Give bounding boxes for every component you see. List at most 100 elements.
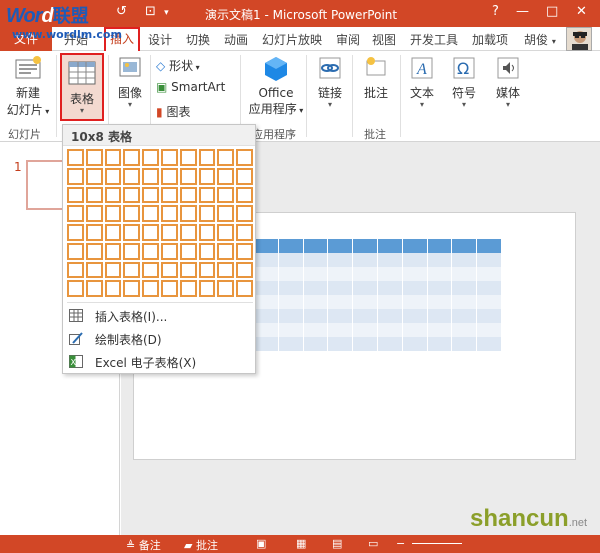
grid-cell[interactable] [179,149,197,166]
grid-cell[interactable] [160,261,178,279]
grid-cell[interactable] [142,205,159,222]
grid-cell[interactable] [198,242,216,260]
shapes-button[interactable]: ◇ 形状 ▾ [156,57,236,74]
grid-cell[interactable] [160,242,178,260]
grid-cell[interactable] [104,242,122,260]
symbol-button[interactable]: Ω 符号 ▾ [446,55,482,109]
grid-cell[interactable] [198,186,216,204]
tab-view[interactable]: 视图 [372,31,396,48]
tab-transitions[interactable]: 切换 [186,31,210,48]
grid-cell[interactable] [179,205,197,222]
smartart-button[interactable]: ▣ SmartArt [156,80,236,94]
grid-cell[interactable] [217,149,235,166]
image-button[interactable]: 图像 ▾ [112,55,148,109]
grid-cell[interactable] [236,205,253,222]
grid-cell[interactable] [236,149,253,166]
new-slide-button[interactable]: 新建 幻灯片 ▾ [6,55,50,118]
grid-cell[interactable] [179,261,197,279]
grid-cell[interactable] [198,167,216,185]
grid-cell[interactable] [179,186,197,204]
grid-cell[interactable] [198,205,216,222]
grid-cell[interactable] [236,186,253,204]
grid-cell[interactable] [123,167,141,185]
grid-cell[interactable] [123,186,141,204]
minimize-button[interactable]: — [516,4,529,19]
grid-cell[interactable] [104,149,122,166]
grid-cell[interactable] [142,149,159,166]
tab-addins[interactable]: 加载项 [472,31,508,48]
help-icon[interactable]: ? [492,4,499,19]
grid-cell[interactable] [217,186,235,204]
grid-cell[interactable] [104,261,122,279]
grid-cell[interactable] [217,224,235,241]
grid-cell[interactable] [85,205,103,222]
grid-cell[interactable] [67,205,84,222]
notes-toggle[interactable]: ≜ 备注 [126,537,161,553]
grid-cell[interactable] [123,242,141,260]
grid-cell[interactable] [123,224,141,241]
grid-cell[interactable] [217,280,235,297]
grid-cell[interactable] [217,261,235,279]
maximize-button[interactable]: □ [546,4,558,19]
grid-cell[interactable] [67,242,84,260]
slide-sorter-icon[interactable]: ▦ [296,537,306,550]
grid-cell[interactable] [160,149,178,166]
grid-cell[interactable] [160,224,178,241]
text-button[interactable]: A 文本 ▾ [404,55,440,109]
chart-button[interactable]: ▮ 图表 [156,103,236,120]
grid-cell[interactable] [142,261,159,279]
grid-cell[interactable] [104,280,122,297]
grid-cell[interactable] [85,149,103,166]
comment-button[interactable]: 批注 [358,55,394,101]
grid-cell[interactable] [67,167,84,185]
grid-cell[interactable] [104,224,122,241]
grid-cell[interactable] [198,280,216,297]
user-avatar[interactable] [566,27,592,51]
draw-table-item[interactable]: 绘制表格(D) [69,329,251,349]
tab-developer[interactable]: 开发工具 [410,31,458,48]
grid-cell[interactable] [236,242,253,260]
tab-design[interactable]: 设计 [148,31,172,48]
zoom-slider[interactable] [412,543,462,544]
grid-cell[interactable] [217,167,235,185]
media-button[interactable]: 媒体 ▾ [490,55,526,109]
excel-spreadsheet-item[interactable]: X Excel 电子表格(X) [69,352,251,372]
insert-table-item[interactable]: 插入表格(I)... [69,306,251,326]
grid-cell[interactable] [104,205,122,222]
grid-cell[interactable] [123,205,141,222]
grid-cell[interactable] [160,205,178,222]
comments-toggle[interactable]: ▰ 批注 [184,537,218,553]
grid-cell[interactable] [179,167,197,185]
grid-cell[interactable] [236,224,253,241]
tab-slideshow[interactable]: 幻灯片放映 [262,31,322,48]
undo-icon[interactable]: ↺ [116,4,127,19]
grid-cell[interactable] [160,280,178,297]
user-name[interactable]: 胡俊 ▾ [524,31,556,48]
grid-cell[interactable] [142,186,159,204]
grid-cell[interactable] [198,224,216,241]
close-button[interactable]: ✕ [576,4,587,19]
grid-cell[interactable] [142,167,159,185]
grid-cell[interactable] [236,167,253,185]
normal-view-icon[interactable]: ▣ [256,537,266,550]
grid-cell[interactable] [142,242,159,260]
tab-review[interactable]: 审阅 [336,31,360,48]
grid-cell[interactable] [104,186,122,204]
slideshow-icon[interactable]: ▭ [368,537,378,550]
grid-cell[interactable] [142,280,159,297]
grid-cell[interactable] [85,261,103,279]
grid-cell[interactable] [236,261,253,279]
grid-cell[interactable] [85,242,103,260]
grid-cell[interactable] [217,242,235,260]
grid-cell[interactable] [142,224,159,241]
grid-cell[interactable] [236,280,253,297]
grid-cell[interactable] [179,242,197,260]
start-from-beginning-icon[interactable]: ⊡ [145,4,156,19]
grid-cell[interactable] [123,149,141,166]
grid-cell[interactable] [85,280,103,297]
grid-cell[interactable] [67,261,84,279]
grid-cell[interactable] [198,261,216,279]
grid-cell[interactable] [85,224,103,241]
grid-cell[interactable] [104,167,122,185]
grid-cell[interactable] [85,167,103,185]
